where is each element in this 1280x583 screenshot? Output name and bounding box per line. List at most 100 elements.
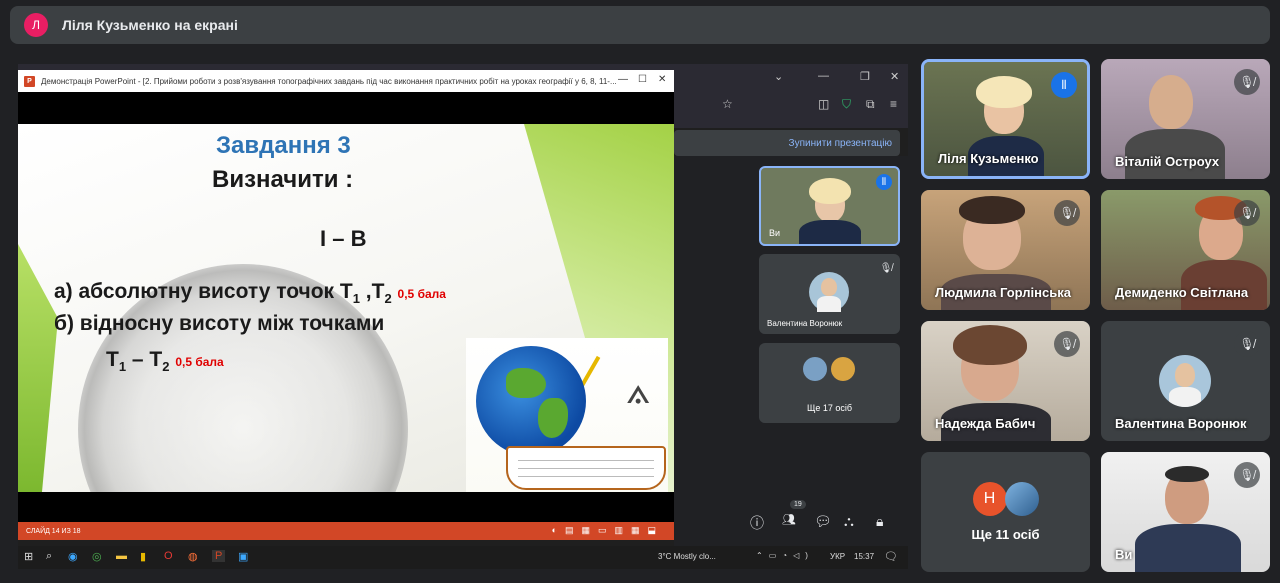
- edge-icon[interactable]: ◉: [68, 550, 78, 563]
- valentyna-avatar-body: [817, 296, 841, 312]
- bookmark-star-icon[interactable]: ☆: [722, 97, 733, 111]
- stop-presenting-button[interactable]: Зупинити презентацію: [674, 130, 900, 156]
- mic-off-icon: 🎙︎̸: [1234, 200, 1260, 226]
- chrome-icon[interactable]: ◎: [92, 550, 102, 563]
- participant-count-badge: 19: [790, 500, 806, 509]
- people-icon[interactable]: 👥︎: [782, 513, 796, 526]
- self-thumbnail[interactable]: Ви ⦀: [759, 166, 900, 246]
- weather-text[interactable]: 3°C Mostly clo...: [658, 552, 716, 561]
- powerpoint-task-icon[interactable]: P: [212, 550, 226, 562]
- opera-icon[interactable]: O: [164, 550, 173, 562]
- powerpoint-titlebar: P Демонстрація PowerPoint - [2. Прийоми …: [18, 70, 674, 92]
- more-avatar-photo: [1004, 482, 1039, 516]
- mic-off-icon: 🎙︎̸: [1054, 200, 1080, 226]
- tile-liudmyla-hair: [959, 196, 1025, 224]
- more-avatar-1: [803, 357, 827, 381]
- valentyna-avatar-face: [821, 278, 837, 296]
- tile-self-body: [1135, 524, 1241, 572]
- tile-valentyna-avatar: [1159, 355, 1211, 407]
- tile-nadezhda-name: Надежда Бабич: [935, 416, 1036, 431]
- ppt-maximize-icon[interactable]: ☐: [638, 74, 647, 85]
- tile-vitalii[interactable]: 🎙︎̸ Віталій Остроух: [1101, 59, 1270, 179]
- slide: Завдання 3 Визначити : I – B а) абсолютн…: [18, 124, 674, 492]
- language-indicator[interactable]: УКР: [830, 552, 845, 561]
- clock[interactable]: 15:37: [854, 552, 874, 561]
- valentyna-avatar: [809, 272, 849, 312]
- minimize-icon[interactable]: —: [818, 70, 829, 82]
- chevron-down-icon[interactable]: ⌄: [774, 70, 783, 83]
- shared-screen: ⌄ — ❐ ✕ ☆ ◫ ⛉ ⧉ ≡ Зупинити презентацію В…: [18, 64, 908, 569]
- compass-tool-icon: ⟑: [626, 368, 651, 412]
- speaking-indicator-icon: ⦀: [1051, 72, 1077, 98]
- tile-valentyna[interactable]: 🎙︎̸ Валентина Воронюк: [1101, 321, 1270, 441]
- tile-more-people[interactable]: Н Ще 11 осіб: [921, 452, 1090, 572]
- tile-valentyna-name: Валентина Воронюк: [1115, 416, 1247, 431]
- extensions-icon[interactable]: ⧉: [866, 97, 875, 112]
- line-a-sub2: 2: [384, 291, 392, 307]
- mic-off-icon: 🎙︎̸: [1234, 331, 1260, 357]
- line-c-sub2: 2: [162, 359, 170, 375]
- score-a: 0,5 бала: [397, 287, 446, 301]
- powerpoint-window: P Демонстрація PowerPoint - [2. Прийоми …: [18, 70, 674, 540]
- line-a-text: а) абсолютну висоту точок Т: [54, 280, 353, 303]
- notifications-icon[interactable]: 🗨︎: [884, 550, 898, 563]
- inner-tile-more[interactable]: Ще 17 осіб: [759, 343, 900, 423]
- presenter-banner: Л Ліля Кузьменко на екрані: [10, 6, 1270, 44]
- book: [506, 446, 666, 490]
- tile-demydenko[interactable]: 🎙︎̸ Демиденко Світлана: [1101, 190, 1270, 310]
- ppt-close-icon[interactable]: ✕: [658, 74, 666, 85]
- slide-counter: СЛАЙД 14 ИЗ 18: [26, 527, 81, 535]
- self-body: [799, 220, 861, 244]
- notes-icon[interactable]: ▮: [140, 550, 146, 563]
- close-icon[interactable]: ✕: [890, 70, 899, 83]
- restore-icon[interactable]: ❐: [860, 70, 870, 83]
- shield-icon[interactable]: ⛉: [842, 97, 851, 112]
- score-c: 0,5 бала: [175, 355, 224, 369]
- speaking-icon: ⦀: [876, 174, 892, 190]
- host-controls-icon[interactable]: 🔒︎: [876, 513, 883, 530]
- pocket-icon[interactable]: ◫: [818, 97, 829, 111]
- tile-self[interactable]: 🎙︎̸ Ви: [1101, 452, 1270, 572]
- slide-line-c: Т1 – Т2 0,5 бала: [106, 348, 224, 374]
- search-icon[interactable]: ⌕: [46, 550, 52, 563]
- book-line: [518, 460, 654, 461]
- inner-tile-valentyna-name: Валентина Воронюк: [767, 319, 843, 328]
- firefox-icon[interactable]: ◍: [188, 550, 198, 563]
- activities-icon[interactable]: ⛬: [844, 513, 854, 530]
- menu-icon[interactable]: ≡: [890, 97, 897, 111]
- tile-lilia-name: Ліля Кузьменко: [938, 151, 1039, 166]
- slide-line-a: а) абсолютну висоту точок Т1 ,Т2 0,5 бал…: [54, 280, 446, 306]
- tile-vitalii-name: Віталій Остроух: [1115, 154, 1220, 169]
- tile-lilia[interactable]: ⦀ Ліля Кузьменко: [921, 59, 1090, 179]
- tile-self-name: Ви: [1115, 547, 1133, 562]
- app-task-icon[interactable]: ▣: [238, 550, 248, 563]
- folder-icon[interactable]: ▬: [116, 550, 127, 562]
- inner-more-label: Ще 17 осіб: [806, 403, 853, 413]
- chat-icon[interactable]: 💬︎: [814, 513, 832, 530]
- tray-icons[interactable]: ⌃▭◔◁): [756, 551, 814, 560]
- more-avatars: Н: [972, 482, 1039, 516]
- line-a-sub1: 1: [352, 291, 360, 307]
- windows-taskbar: ⊞ ⌕ ◉ ◎ ▬ ▮ O ◍ P ▣ 3°C Mostly clo... ⌃▭…: [18, 546, 908, 569]
- presenter-avatar: Л: [24, 13, 48, 37]
- slide-variant: I – B: [320, 226, 367, 251]
- self-label: Ви: [769, 228, 781, 238]
- line-c-sub1: 1: [118, 359, 127, 375]
- windows-start-icon[interactable]: ⊞: [24, 550, 33, 563]
- inner-tile-valentyna[interactable]: Валентина Воронюк 🎙︎̸: [759, 254, 900, 334]
- more-avatar-2: [831, 357, 855, 381]
- presenter-title: Ліля Кузьменко на екрані: [62, 17, 238, 33]
- slideshow-controls[interactable]: ◐▤▦▭▥▦⬓: [552, 525, 664, 536]
- tile-nadezhda[interactable]: 🎙︎̸ Надежда Бабич: [921, 321, 1090, 441]
- tile-vitalii-face: [1149, 75, 1193, 129]
- ppt-minimize-icon[interactable]: —: [618, 74, 628, 85]
- info-icon[interactable]: ⓘ: [750, 513, 764, 533]
- line-c-mid: – Т: [126, 348, 163, 371]
- line-a-mid: ,Т: [359, 280, 385, 303]
- slide-heading: Завдання 3: [216, 132, 351, 159]
- tile-valentyna-avatar-face: [1175, 363, 1195, 387]
- book-line: [518, 476, 654, 477]
- tile-liudmyla[interactable]: 🎙︎̸ Людмила Горлінська: [921, 190, 1090, 310]
- slide-deco-green-left: [18, 244, 58, 492]
- powerpoint-icon: P: [24, 75, 35, 87]
